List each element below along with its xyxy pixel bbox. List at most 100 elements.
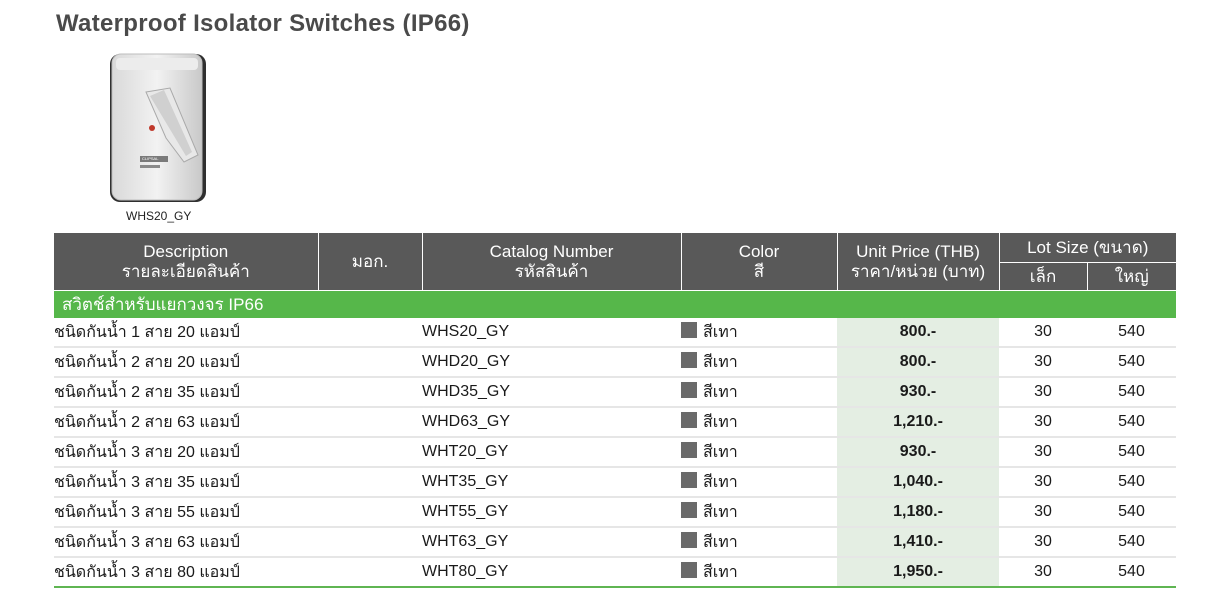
color-label: สีเทา <box>703 473 738 491</box>
lot-small-cell: 30 <box>999 527 1087 558</box>
header-description-th: รายละเอียดสินค้า <box>121 261 250 281</box>
lot-small-cell: 30 <box>999 318 1087 348</box>
header-standard-label: มอก. <box>351 251 389 271</box>
unit-price-cell: 1,040.- <box>837 467 999 498</box>
table-row: ชนิดกันน้ำ 2 สาย 35 แอมป์ WHD35_GY สีเทา 93… <box>54 377 1176 408</box>
product-description-cell: ชนิดกันน้ำ 2 สาย 20 แอมป์ <box>54 347 318 378</box>
unit-price-cell: 800.- <box>837 318 999 348</box>
lot-large-cell: 540 <box>1087 527 1176 558</box>
header-description-en: Description <box>143 241 229 261</box>
header-standard: มอก. <box>318 233 423 291</box>
lot-large-cell: 540 <box>1087 437 1176 468</box>
color-label: สีเทา <box>703 443 738 461</box>
lot-small-cell: 30 <box>999 377 1087 408</box>
color-swatch-icon <box>681 411 697 428</box>
standard-cell <box>318 377 422 408</box>
color-swatch-icon <box>681 561 697 578</box>
lot-small-cell: 30 <box>999 437 1087 468</box>
color-swatch-icon <box>681 441 697 458</box>
header-catalog-th: รหัสสินค้า <box>514 261 589 281</box>
color-label: สีเทา <box>703 503 738 521</box>
unit-price-cell: 930.- <box>837 377 999 408</box>
page-title: Waterproof Isolator Switches (IP66) <box>56 10 470 37</box>
header-description: Description รายละเอียดสินค้า <box>54 233 319 291</box>
lot-large-cell: 540 <box>1087 497 1176 528</box>
product-description-cell: ชนิดกันน้ำ 3 สาย 80 แอมป์ <box>54 557 318 588</box>
color-label: สีเทา <box>703 563 738 581</box>
lot-large-cell: 540 <box>1087 467 1176 498</box>
catalog-number-cell: WHD35_GY <box>422 377 681 408</box>
product-description-cell: ชนิดกันน้ำ 3 สาย 55 แอมป์ <box>54 497 318 528</box>
color-cell: สีเทา <box>681 527 837 558</box>
catalog-number-cell: WHT20_GY <box>422 437 681 468</box>
color-cell: สีเทา <box>681 407 837 438</box>
standard-cell <box>318 347 422 378</box>
catalog-number-cell: WHT63_GY <box>422 527 681 558</box>
table-row: ชนิดกันน้ำ 2 สาย 20 แอมป์ WHD20_GY สีเทา 80… <box>54 347 1176 378</box>
table-row: ชนิดกันน้ำ 3 สาย 55 แอมป์ WHT55_GY สีเทา 1,… <box>54 497 1176 528</box>
color-cell: สีเทา <box>681 497 837 528</box>
color-cell: สีเทา <box>681 557 837 588</box>
category-label: สวิตช์สำหรับแยกวงจร IP66 <box>54 290 1176 318</box>
color-swatch-icon <box>681 381 697 398</box>
product-description-cell: ชนิดกันน้ำ 2 สาย 63 แอมป์ <box>54 407 318 438</box>
color-swatch-icon <box>681 321 697 338</box>
header-price-th: ราคา/หน่วย (บาท) <box>850 261 986 281</box>
lot-small-cell: 30 <box>999 557 1087 588</box>
unit-price-cell: 1,950.- <box>837 557 999 588</box>
lot-small-cell: 30 <box>999 467 1087 498</box>
catalog-number-cell: WHT55_GY <box>422 497 681 528</box>
color-label: สีเทา <box>703 323 738 341</box>
color-swatch-icon <box>681 531 697 548</box>
product-description-cell: ชนิดกันน้ำ 3 สาย 35 แอมป์ <box>54 467 318 498</box>
lot-small-cell: 30 <box>999 347 1087 378</box>
color-label: สีเทา <box>703 533 738 551</box>
color-label: สีเทา <box>703 353 738 371</box>
standard-cell <box>318 467 422 498</box>
product-description-cell: ชนิดกันน้ำ 1 สาย 20 แอมป์ <box>54 318 318 348</box>
lot-small-cell: 30 <box>999 497 1087 528</box>
color-cell: สีเทา <box>681 467 837 498</box>
catalog-number-cell: WHD63_GY <box>422 407 681 438</box>
header-color-th: สี <box>753 261 765 281</box>
unit-price-cell: 800.- <box>837 347 999 378</box>
product-image-caption: WHS20_GY <box>126 209 192 223</box>
lot-large-cell: 540 <box>1087 318 1176 348</box>
color-swatch-icon <box>681 501 697 518</box>
unit-price-cell: 1,180.- <box>837 497 999 528</box>
header-price: Unit Price (THB) ราคา/หน่วย (บาท) <box>837 233 1000 291</box>
header-catalog-en: Catalog Number <box>489 241 614 261</box>
standard-cell <box>318 497 422 528</box>
color-label: สีเทา <box>703 413 738 431</box>
catalog-number-cell: WHT35_GY <box>422 467 681 498</box>
header-price-en: Unit Price (THB) <box>856 241 980 261</box>
standard-cell <box>318 557 422 588</box>
standard-cell <box>318 437 422 468</box>
category-row: สวิตช์สำหรับแยกวงจร IP66 <box>54 290 1176 318</box>
lot-large-cell: 540 <box>1087 407 1176 438</box>
color-cell: สีเทา <box>681 318 837 348</box>
table-row: ชนิดกันน้ำ 3 สาย 35 แอมป์ WHT35_GY สีเทา 1,… <box>54 467 1176 498</box>
product-description-cell: ชนิดกันน้ำ 3 สาย 20 แอมป์ <box>54 437 318 468</box>
product-description-cell: ชนิดกันน้ำ 3 สาย 63 แอมป์ <box>54 527 318 558</box>
table-row: ชนิดกันน้ำ 1 สาย 20 แอมป์ WHS20_GY สีเทา 80… <box>54 318 1176 348</box>
header-color: Color สี <box>681 233 838 291</box>
unit-price-cell: 1,210.- <box>837 407 999 438</box>
standard-cell <box>318 527 422 558</box>
header-catalog: Catalog Number รหัสสินค้า <box>422 233 682 291</box>
product-image: CLIPSAL <box>110 53 206 202</box>
product-image-label: CLIPSAL <box>142 156 159 161</box>
catalog-number-cell: WHT80_GY <box>422 557 681 588</box>
lot-large-cell: 540 <box>1087 347 1176 378</box>
color-cell: สีเทา <box>681 347 837 378</box>
header-lot-small: เล็ก <box>999 262 1088 291</box>
table-row: ชนิดกันน้ำ 3 สาย 63 แอมป์ WHT63_GY สีเทา 1,… <box>54 527 1176 558</box>
catalog-number-cell: WHD20_GY <box>422 347 681 378</box>
price-table: Description รายละเอียดสินค้า มอก. Catalo… <box>54 233 1176 588</box>
lot-small-cell: 30 <box>999 407 1087 438</box>
lot-large-cell: 540 <box>1087 557 1176 588</box>
header-lot-large: ใหญ่ <box>1087 262 1176 291</box>
unit-price-cell: 930.- <box>837 437 999 468</box>
standard-cell <box>318 407 422 438</box>
table-row: ชนิดกันน้ำ 2 สาย 63 แอมป์ WHD63_GY สีเทา 1,… <box>54 407 1176 438</box>
